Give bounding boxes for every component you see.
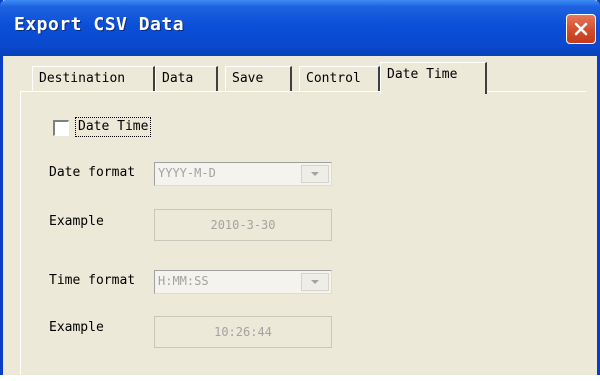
date-format-value: YYYY-M-D bbox=[158, 166, 216, 180]
tab-destination[interactable]: Destination bbox=[32, 66, 155, 92]
tab-label: Destination bbox=[39, 71, 126, 86]
date-example-value: 2010-3-30 bbox=[210, 218, 276, 232]
time-example-value: 10:26:44 bbox=[214, 325, 272, 339]
export-csv-dialog: Export CSV Data Destination Data Save Co… bbox=[0, 0, 600, 381]
time-format-select[interactable]: H:MM:SS bbox=[154, 270, 332, 294]
title-bar[interactable]: Export CSV Data bbox=[0, 0, 600, 56]
close-icon bbox=[574, 22, 588, 36]
time-format-label: Time format bbox=[49, 273, 136, 288]
chevron-down-icon bbox=[311, 280, 319, 284]
close-button[interactable] bbox=[566, 14, 596, 44]
chevron-down-icon bbox=[311, 172, 319, 176]
tab-label: Date Time bbox=[387, 67, 458, 82]
time-example-label: Example bbox=[49, 320, 104, 335]
tab-control[interactable]: Control bbox=[299, 66, 380, 92]
date-example-field: 2010-3-30 bbox=[154, 209, 332, 241]
date-format-dropdown-button[interactable] bbox=[301, 165, 329, 183]
tab-label: Save bbox=[232, 71, 264, 86]
date-time-checkbox[interactable] bbox=[53, 120, 69, 136]
date-format-select[interactable]: YYYY-M-D bbox=[154, 162, 332, 186]
date-time-checkbox-label[interactable]: Date Time bbox=[75, 117, 152, 137]
tab-date-time[interactable]: Date Time bbox=[380, 62, 487, 94]
tab-label: Control bbox=[306, 71, 361, 86]
tab-save[interactable]: Save bbox=[225, 66, 292, 92]
date-example-label: Example bbox=[49, 214, 104, 229]
time-example-field: 10:26:44 bbox=[154, 316, 332, 348]
tab-label: Data bbox=[162, 71, 194, 86]
window-title: Export CSV Data bbox=[14, 14, 185, 35]
tab-data[interactable]: Data bbox=[155, 66, 218, 92]
time-format-value: H:MM:SS bbox=[158, 274, 209, 288]
date-format-label: Date format bbox=[49, 165, 136, 180]
time-format-dropdown-button[interactable] bbox=[301, 273, 329, 291]
